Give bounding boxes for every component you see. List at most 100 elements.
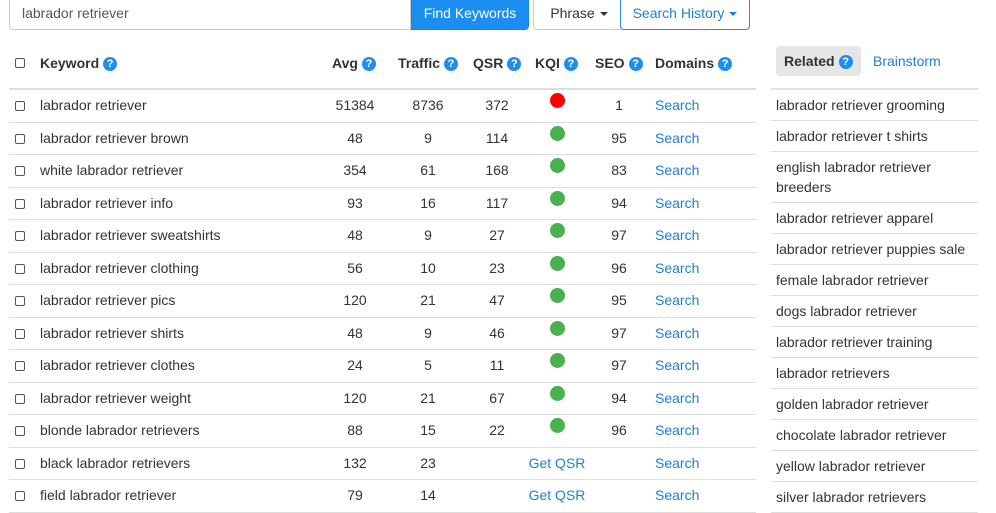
- related-keyword-item[interactable]: labrador retriever training: [771, 327, 978, 358]
- help-icon[interactable]: ?: [718, 57, 733, 71]
- domains-cell: Search: [655, 285, 699, 317]
- domains-search-link[interactable]: Search: [655, 195, 699, 211]
- table-row: labrador retriever brown 48 9 114 95 Search: [9, 123, 756, 155]
- domains-search-link[interactable]: Search: [655, 162, 699, 178]
- row-checkbox[interactable]: [15, 491, 25, 501]
- domains-cell: Search: [655, 383, 699, 415]
- domains-search-link[interactable]: Search: [655, 390, 699, 406]
- tab-brainstorm[interactable]: Brainstorm: [873, 46, 941, 76]
- domains-search-link[interactable]: Search: [655, 357, 699, 373]
- keyword-cell: labrador retriever: [40, 97, 147, 113]
- related-keyword-item[interactable]: labrador retrievers: [771, 358, 978, 389]
- kqi-status-dot: [549, 320, 565, 336]
- kqi-status-dot: [549, 190, 565, 206]
- table-row: labrador retriever 51384 8736 372 1 Search: [9, 90, 756, 123]
- row-checkbox[interactable]: [15, 101, 25, 111]
- row-checkbox[interactable]: [15, 393, 25, 404]
- related-keyword-item[interactable]: golden labrador retriever: [771, 389, 978, 420]
- row-checkbox[interactable]: [15, 263, 25, 274]
- domains-search-link[interactable]: Search: [655, 455, 699, 471]
- domains-search-link[interactable]: Search: [655, 130, 699, 146]
- domains-search-link[interactable]: Search: [655, 260, 699, 276]
- keyword-cell: labrador retriever sweatshirts: [40, 227, 221, 243]
- kqi-status-dot: [549, 288, 565, 303]
- tab-related-label: Related: [784, 53, 835, 69]
- related-keyword-item[interactable]: english labrador retriever breeders: [771, 152, 978, 203]
- domains-search-link[interactable]: Search: [655, 292, 699, 308]
- table-row: labrador retriever clothes 24 5 11 97 Search: [9, 350, 756, 383]
- header-avg-label: Avg: [332, 55, 358, 71]
- search-history-dropdown[interactable]: Search History: [620, 0, 750, 30]
- related-keyword-item[interactable]: female labrador retriever: [771, 265, 978, 296]
- domains-search-link[interactable]: Search: [655, 325, 699, 341]
- row-checkbox[interactable]: [15, 166, 25, 176]
- header-keyword[interactable]: Keyword?: [40, 42, 118, 88]
- tab-related[interactable]: Related?: [776, 46, 861, 76]
- row-checkbox[interactable]: [15, 133, 25, 144]
- help-icon[interactable]: ?: [563, 57, 578, 71]
- keyword-search-input[interactable]: labrador retriever: [9, 0, 411, 30]
- header-qsr[interactable]: QSR?: [473, 42, 522, 88]
- domains-cell: Search: [655, 220, 699, 252]
- help-icon[interactable]: ?: [361, 57, 376, 71]
- seo-cell: 94: [611, 194, 627, 211]
- table-row: blonde labrador retrievers 88 15 22 96 Search: [9, 415, 756, 448]
- related-keyword-item[interactable]: yellow labrador retriever: [771, 451, 978, 482]
- seo-cell: 1: [615, 97, 623, 113]
- header-traffic[interactable]: Traffic?: [398, 42, 459, 88]
- domains-cell: Search: [655, 253, 699, 285]
- help-icon[interactable]: ?: [628, 57, 643, 71]
- related-keyword-item[interactable]: labrador retriever puppies sale: [771, 234, 978, 265]
- kqi-status-dot: [549, 223, 565, 238]
- help-icon[interactable]: ?: [507, 57, 522, 71]
- help-icon[interactable]: ?: [103, 57, 118, 71]
- seo-cell: [569, 480, 669, 512]
- kqi-status-dot: [549, 158, 565, 173]
- related-keyword-item[interactable]: dogs labrador retriever: [771, 296, 978, 327]
- header-traffic-label: Traffic: [398, 55, 441, 71]
- table-row: white labrador retriever 354 61 168 83 Search: [9, 155, 756, 188]
- domains-search-link[interactable]: Search: [655, 227, 699, 243]
- domains-search-link[interactable]: Search: [655, 422, 699, 438]
- keyword-cell: labrador retriever info: [40, 194, 174, 211]
- domains-search-link[interactable]: Search: [655, 487, 699, 503]
- seo-cell: 94: [611, 389, 627, 406]
- table-body: labrador retriever 51384 8736 372 1 Search lab…: [9, 90, 756, 513]
- domains-cell: Search: [655, 123, 699, 155]
- row-checkbox[interactable]: [15, 198, 25, 209]
- related-keyword-item[interactable]: chocolate labrador retriever: [771, 420, 978, 451]
- find-keywords-button[interactable]: Find Keywords: [411, 0, 529, 30]
- related-keyword-item[interactable]: labrador retriever apparel: [771, 203, 978, 234]
- row-checkbox[interactable]: [15, 361, 25, 371]
- domains-cell: Search: [655, 415, 699, 447]
- table-row: black labrador retrievers 132 23 Get QSR Sea…: [9, 448, 756, 480]
- related-keyword-item[interactable]: silver labrador retrievers: [771, 482, 978, 513]
- row-checkbox[interactable]: [15, 231, 25, 241]
- keyword-cell: labrador retriever shirts: [40, 324, 184, 341]
- domains-cell: Search: [655, 188, 699, 220]
- keyword-cell: field labrador retriever: [40, 487, 177, 503]
- domains-cell: Search: [655, 448, 699, 480]
- header-domains[interactable]: Domains?: [655, 42, 733, 88]
- table-row: labrador retriever info 93 16 117 94 Search: [9, 188, 756, 220]
- keyword-cell: blonde labrador retrievers: [40, 422, 200, 438]
- select-all-checkbox[interactable]: [15, 58, 25, 68]
- header-qsr-label: QSR: [473, 55, 504, 71]
- header-avg[interactable]: Avg?: [332, 42, 376, 88]
- header-seo[interactable]: SEO?: [595, 42, 643, 88]
- related-keyword-item[interactable]: labrador retriever t shirts: [771, 121, 978, 152]
- chevron-down-icon: [729, 12, 738, 16]
- match-type-dropdown[interactable]: Phrase: [533, 0, 625, 30]
- domains-search-link[interactable]: Search: [655, 97, 699, 113]
- row-checkbox[interactable]: [15, 458, 25, 469]
- help-icon[interactable]: ?: [838, 55, 853, 69]
- help-icon[interactable]: ?: [444, 57, 459, 71]
- row-checkbox[interactable]: [15, 328, 25, 339]
- header-domains-label: Domains: [655, 55, 715, 71]
- related-keyword-item[interactable]: labrador retriever grooming: [771, 90, 978, 121]
- header-kqi[interactable]: KQI?: [535, 42, 578, 88]
- row-checkbox[interactable]: [15, 426, 25, 436]
- row-checkbox[interactable]: [15, 296, 25, 306]
- header-seo-label: SEO: [595, 55, 625, 71]
- keyword-cell: labrador retriever brown: [40, 129, 189, 146]
